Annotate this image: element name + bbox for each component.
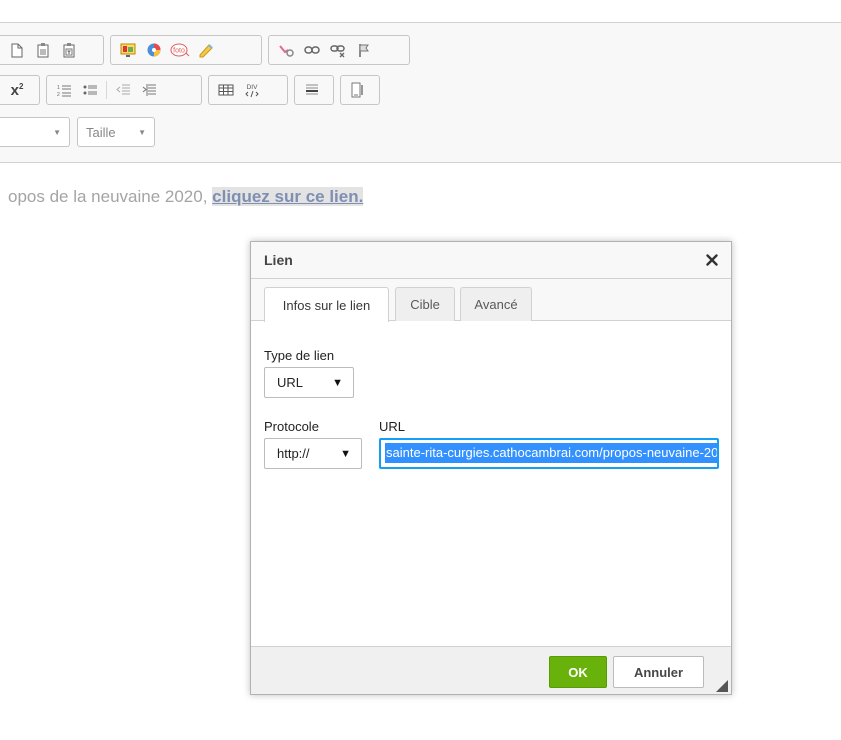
dialog-footer: OK Annuler	[251, 646, 731, 694]
protocol-label: Protocole	[264, 419, 319, 434]
url-input-value: sainte-rita-curgies.cathocambrai.com/pro…	[385, 443, 717, 463]
tab-target[interactable]: Cible	[395, 287, 455, 321]
page-break-icon[interactable]	[345, 79, 371, 101]
link-type-select[interactable]: URL ▼	[264, 367, 354, 398]
script-group: x2	[0, 75, 40, 105]
indent-icon[interactable]	[136, 79, 162, 101]
content-text: opos de la neuvaine 2020,	[8, 187, 213, 206]
div-label: DIV	[247, 84, 259, 91]
block-group: DIV	[208, 75, 288, 105]
bulleted-list-icon[interactable]	[77, 79, 103, 101]
paste-icon[interactable]	[4, 39, 30, 61]
smiley-icon[interactable]	[193, 39, 219, 61]
paste-word-icon[interactable]	[56, 39, 82, 61]
chevron-down-icon: ▼	[138, 127, 146, 137]
unlink-icon[interactable]	[299, 39, 325, 61]
paste-text-icon[interactable]	[30, 39, 56, 61]
dialog-title-bar[interactable]: Lien	[251, 242, 731, 279]
flag-icon[interactable]	[351, 39, 377, 61]
chevron-down-icon: ▼	[53, 127, 61, 137]
flash-icon[interactable]	[141, 39, 167, 61]
numbered-list-icon[interactable]: 12	[51, 79, 77, 101]
dialog-tabs: Infos sur le lien Cible Avancé	[251, 279, 731, 322]
div-icon[interactable]: DIV	[239, 79, 265, 101]
cancel-button[interactable]: Annuler	[613, 656, 704, 688]
svg-text:2: 2	[57, 92, 60, 98]
table-icon[interactable]	[213, 79, 239, 101]
editor-content-line: opos de la neuvaine 2020, cliquez sur ce…	[8, 187, 364, 207]
protocol-value: http://	[277, 446, 310, 461]
url-input[interactable]: sainte-rita-curgies.cathocambrai.com/pro…	[379, 438, 719, 469]
tab-advanced[interactable]: Avancé	[460, 287, 532, 321]
close-icon[interactable]	[703, 251, 721, 269]
rule-group	[294, 75, 334, 105]
format-combo[interactable]: ▼	[0, 117, 70, 147]
size-combo-label: Taille	[86, 124, 116, 140]
chevron-down-icon: ▼	[340, 447, 351, 460]
url-label: URL	[379, 419, 406, 434]
list-group: 12	[46, 75, 202, 105]
link-dialog: Lien Infos sur le lien Cible Avancé Type…	[250, 241, 732, 695]
resize-handle-icon[interactable]	[716, 679, 728, 692]
link-group	[268, 35, 410, 65]
insert-group: foto	[110, 35, 262, 65]
page-break-group	[340, 75, 380, 105]
link-icon[interactable]	[273, 39, 299, 61]
editor-toolbar: foto x2 12 DIV ▼ Taille ▼	[0, 22, 841, 163]
content-link[interactable]: cliquez sur ce lien.	[212, 187, 364, 206]
ok-button[interactable]: OK	[549, 656, 607, 688]
size-combo[interactable]: Taille ▼	[77, 117, 155, 147]
svg-text:1: 1	[57, 85, 60, 91]
tab-link-info[interactable]: Infos sur le lien	[264, 287, 389, 322]
foto-icon[interactable]: foto	[167, 39, 193, 61]
anchor-icon[interactable]	[325, 39, 351, 61]
dialog-title: Lien	[264, 252, 293, 268]
superscript-icon[interactable]: x2	[4, 79, 30, 101]
link-type-value: URL	[277, 375, 304, 390]
outdent-icon[interactable]	[110, 79, 136, 101]
foto-label: foto	[173, 48, 185, 55]
chevron-down-icon: ▼	[332, 376, 343, 389]
link-type-label: Type de lien	[264, 348, 335, 363]
image-icon[interactable]	[115, 39, 141, 61]
clipboard-group	[0, 35, 104, 65]
toolbar-separator	[106, 81, 107, 99]
protocol-select[interactable]: http:// ▼	[264, 438, 362, 469]
horizontal-rule-icon[interactable]	[299, 79, 325, 101]
